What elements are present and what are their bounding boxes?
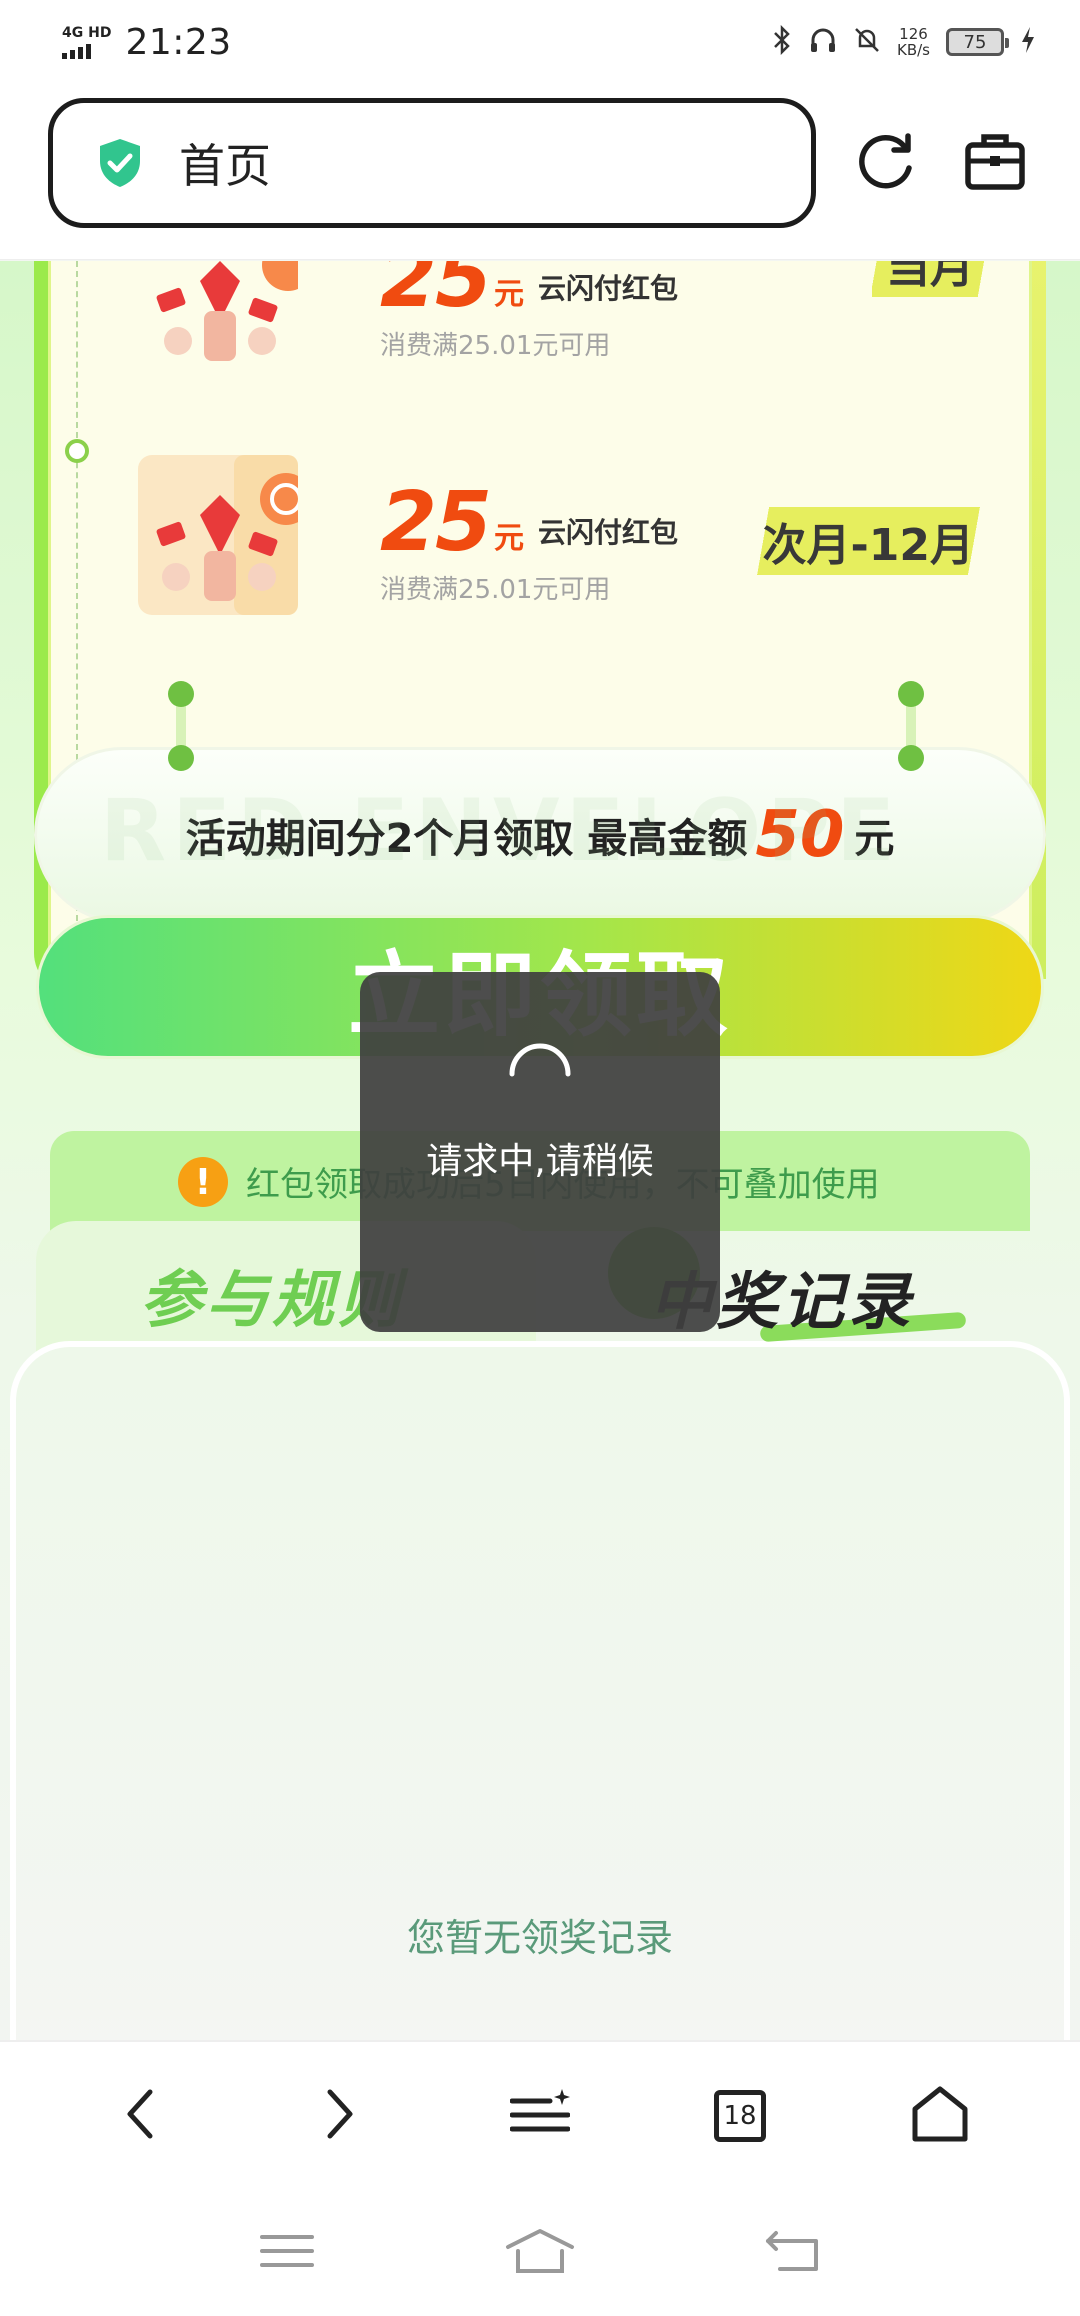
- coupon-name: 云闪付红包: [538, 516, 679, 549]
- coupon-row: 25 元 云闪付红包 消费满25.01元可用 次月-12月: [118, 455, 998, 615]
- connector-pin: [168, 681, 194, 771]
- warning-icon: !: [178, 1157, 228, 1207]
- records-panel: 您暂无领奖记录: [10, 1341, 1070, 2041]
- menu-sparkle-icon: [509, 2089, 571, 2143]
- address-bar-title: 首页: [179, 139, 271, 193]
- signal-icon: [62, 43, 111, 59]
- refresh-button[interactable]: [852, 124, 922, 202]
- network-indicator: 4G HD: [62, 26, 111, 59]
- coupon-condition: 消费满25.01元可用: [380, 331, 611, 361]
- coupon-amount: 25: [380, 261, 492, 326]
- chevron-left-icon: [120, 2086, 160, 2146]
- toolbox-button[interactable]: [960, 124, 1030, 202]
- mute-bell-icon: [853, 26, 881, 59]
- system-nav-bar: [0, 2190, 1080, 2316]
- bluetooth-icon: [771, 24, 793, 60]
- headphones-icon: [809, 26, 837, 59]
- back-button[interactable]: [100, 2076, 180, 2156]
- coupon-condition: 消费满25.01元可用: [380, 575, 611, 605]
- coupon-name: 云闪付红包: [538, 272, 679, 305]
- home-icon: [910, 2085, 970, 2147]
- refresh-icon: [856, 130, 918, 196]
- browser-toolbar: 首页: [0, 84, 1080, 260]
- loading-toast: 请求中,请稍候: [360, 972, 720, 1332]
- system-back-icon: [764, 2229, 822, 2277]
- records-section: 参与规则 您暂无领奖记录 中奖记录: [0, 1221, 1080, 2041]
- network-speed: 126 KB/s: [897, 25, 930, 59]
- home-button[interactable]: [900, 2076, 980, 2156]
- system-home-button[interactable]: [500, 2223, 580, 2283]
- charging-icon: [1020, 26, 1036, 59]
- security-shield-icon: [97, 137, 143, 189]
- forward-button[interactable]: [300, 2076, 380, 2156]
- timeline-dot: [65, 439, 89, 463]
- recent-apps-button[interactable]: [247, 2223, 327, 2283]
- red-envelope-illustration: [138, 455, 312, 615]
- coupon-row: 25 元 云闪付红包 消费满25.01元可用 当月: [118, 261, 998, 371]
- coupon-period: 当月: [872, 261, 988, 297]
- toolbox-icon: [964, 131, 1026, 195]
- loading-spinner-icon: [504, 1038, 576, 1110]
- watermark-text: RED ENVELOPE: [100, 781, 901, 881]
- status-bar: 4G HD 21:23 126 KB/s 75: [0, 0, 1080, 84]
- coupon-amount: 25: [380, 475, 492, 570]
- recent-apps-icon: [259, 2231, 314, 2275]
- coupon-period: 次月-12月: [748, 507, 988, 575]
- chevron-right-icon: [320, 2086, 360, 2146]
- connector-pin: [898, 681, 924, 771]
- system-home-icon: [504, 2227, 576, 2279]
- clock: 21:23: [125, 21, 232, 63]
- battery-icon: 75: [946, 28, 1009, 56]
- system-back-button[interactable]: [753, 2223, 833, 2283]
- red-envelope-illustration: [138, 261, 314, 371]
- menu-button[interactable]: [500, 2076, 580, 2156]
- empty-records-message: 您暂无领奖记录: [406, 1916, 673, 1960]
- browser-bottom-bar: 18: [0, 2040, 1080, 2190]
- tabs-button[interactable]: 18: [700, 2076, 780, 2156]
- address-bar[interactable]: 首页: [48, 98, 816, 228]
- tab-count: 18: [714, 2090, 766, 2142]
